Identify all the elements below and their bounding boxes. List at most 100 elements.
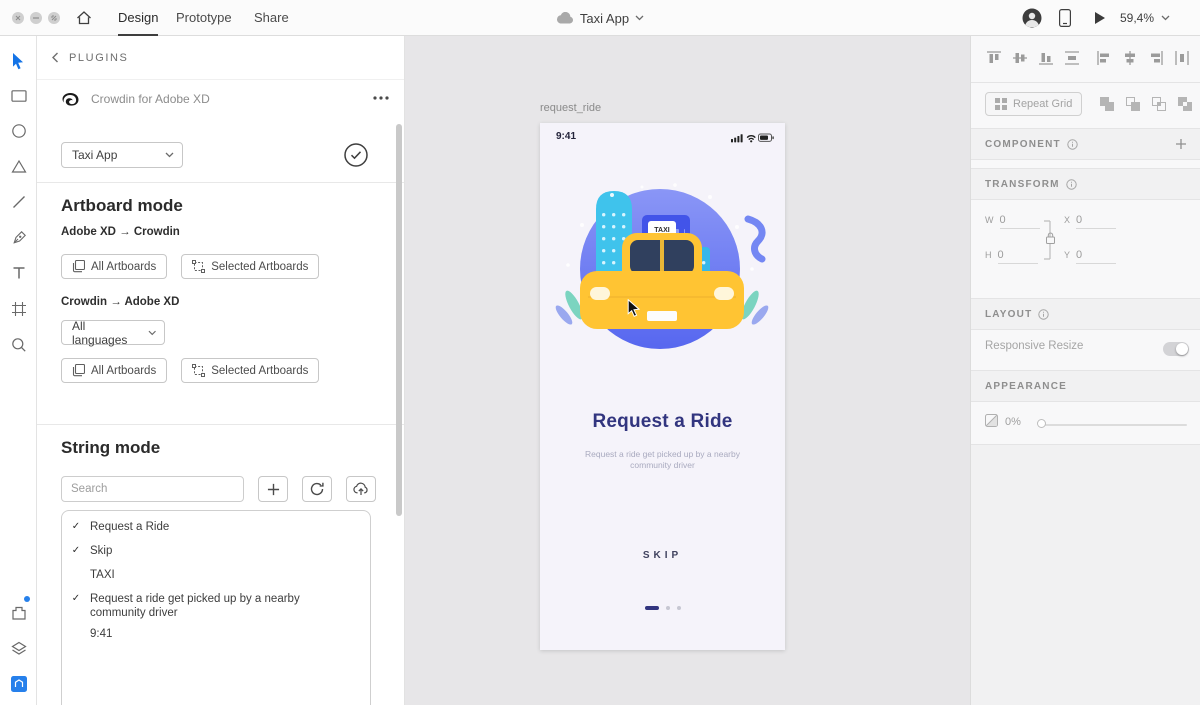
lock-aspect-icon[interactable] xyxy=(1043,216,1057,264)
refresh-strings-button[interactable] xyxy=(302,476,332,502)
window-close-button[interactable] xyxy=(12,12,24,24)
window-zoom-button[interactable] xyxy=(48,12,60,24)
artboard-request-ride[interactable]: 9:41 TAXI Request a Ride Request a ride … xyxy=(540,123,785,650)
rectangle-tool[interactable] xyxy=(0,81,37,111)
tab-share[interactable]: Share xyxy=(254,0,289,36)
pen-icon xyxy=(12,231,26,244)
page-dot xyxy=(676,606,681,610)
artboard-label[interactable]: request_ride xyxy=(540,102,601,114)
taxi-sign-text[interactable]: TAXI xyxy=(654,227,669,234)
layout-label: LAYOUT xyxy=(985,308,1033,320)
line-icon xyxy=(12,196,25,208)
align-left-button[interactable] xyxy=(1096,50,1112,66)
plugins-header-label: PLUGINS xyxy=(69,51,129,64)
info-icon[interactable] xyxy=(1038,308,1050,320)
opacity-slider[interactable] xyxy=(1041,424,1187,426)
align-top-button[interactable] xyxy=(986,50,1002,66)
boolean-add-button[interactable] xyxy=(1099,96,1115,112)
home-button[interactable] xyxy=(76,10,92,26)
tab-share-label: Share xyxy=(254,9,289,25)
all-artboards-button[interactable]: All Artboards xyxy=(61,254,168,279)
check-circle-icon xyxy=(344,143,368,167)
pen-tool[interactable] xyxy=(0,223,37,253)
boolean-exclude-button[interactable] xyxy=(1177,96,1193,112)
align-bottom-button[interactable] xyxy=(1038,50,1054,66)
opacity-slider-knob[interactable] xyxy=(1037,419,1046,428)
chevron-down-icon xyxy=(1161,15,1170,21)
selected-artboards-button[interactable]: Selected Artboards xyxy=(181,254,320,279)
screen-subtitle[interactable]: Request a ride get picked up by a nearby… xyxy=(577,449,748,471)
add-string-button[interactable] xyxy=(258,476,288,502)
align-right-button[interactable] xyxy=(1148,50,1164,66)
boolean-subtract-button[interactable] xyxy=(1125,96,1141,112)
languages-select[interactable]: All languages xyxy=(61,319,165,347)
plugin-more-button[interactable] xyxy=(373,96,389,100)
tab-prototype[interactable]: Prototype xyxy=(176,0,232,36)
list-item[interactable]: ✓ Request a ride get picked up by a near… xyxy=(62,587,370,622)
page-dot xyxy=(665,606,670,610)
project-select[interactable]: Taxi App xyxy=(61,142,183,168)
info-icon[interactable] xyxy=(1067,138,1078,150)
libraries-panel-button[interactable] xyxy=(0,669,37,699)
canvas[interactable]: request_ride 9:41 TAXI Request a Ride Re… xyxy=(405,36,970,705)
confirm-project-button[interactable] xyxy=(343,142,369,168)
hero-illustration[interactable]: TAXI xyxy=(552,177,772,375)
desktop-preview-button[interactable] xyxy=(1094,11,1106,25)
toggle-knob xyxy=(1176,343,1188,355)
device-preview-button[interactable] xyxy=(1059,9,1071,27)
panel-scrollbar[interactable] xyxy=(396,124,402,516)
ellipse-tool[interactable] xyxy=(0,116,37,146)
window-minimize-button[interactable] xyxy=(30,12,42,24)
skip-button[interactable]: SKIP xyxy=(540,550,785,561)
polygon-tool[interactable] xyxy=(0,152,37,182)
text-tool[interactable] xyxy=(0,258,37,288)
list-item[interactable]: ✓ Request a Ride xyxy=(62,515,370,539)
align-middle-button[interactable] xyxy=(1012,50,1028,66)
screen-title[interactable]: Request a Ride xyxy=(540,411,785,433)
transform-section-header: TRANSFORM xyxy=(971,168,1200,200)
info-icon[interactable] xyxy=(1065,178,1077,190)
distribute-vertical-button[interactable] xyxy=(1064,50,1080,66)
list-item[interactable]: ✓ Skip xyxy=(62,539,370,563)
layers-panel-button[interactable] xyxy=(0,633,37,663)
align-center-button[interactable] xyxy=(1122,50,1138,66)
string-text: Request a ride get picked up by a nearby… xyxy=(90,593,300,619)
plugins-icon xyxy=(11,606,26,620)
signal-icon xyxy=(731,134,743,143)
string-text: 9:41 xyxy=(90,628,113,640)
x-input[interactable]: 0 xyxy=(1076,214,1117,229)
status-bar-icons xyxy=(731,133,774,143)
height-input[interactable]: 0 xyxy=(997,249,1038,264)
width-input[interactable]: 0 xyxy=(999,214,1040,229)
search-input[interactable] xyxy=(61,476,244,502)
zoom-control[interactable]: 59,4% xyxy=(1120,0,1170,36)
y-input[interactable]: 0 xyxy=(1076,249,1117,264)
boolean-intersect-button[interactable] xyxy=(1151,96,1167,112)
account-button[interactable] xyxy=(1022,8,1042,28)
crowdin-to-xd-buttons: All Artboards Selected Artboards xyxy=(61,358,320,383)
zoom-tool[interactable] xyxy=(0,330,37,360)
divider xyxy=(37,424,404,425)
repeat-grid-button[interactable]: Repeat Grid xyxy=(985,92,1083,116)
list-item[interactable]: 9:41 xyxy=(62,622,370,646)
status-bar-time[interactable]: 9:41 xyxy=(556,131,576,142)
page-indicator xyxy=(540,606,785,610)
xd-to-crowdin-buttons: All Artboards Selected Artboards xyxy=(61,254,320,279)
responsive-resize-toggle[interactable] xyxy=(1163,342,1189,356)
add-component-button[interactable] xyxy=(1175,138,1187,150)
list-item[interactable]: TAXI xyxy=(62,563,370,587)
line-tool[interactable] xyxy=(0,187,37,217)
back-button[interactable] xyxy=(51,52,59,63)
plugins-panel-button[interactable] xyxy=(0,596,37,628)
selected-artboards-button[interactable]: Selected Artboards xyxy=(181,358,320,383)
opacity-value[interactable]: 0% xyxy=(1005,416,1021,428)
upload-strings-button[interactable] xyxy=(346,476,376,502)
translated-check: ✓ xyxy=(71,545,81,556)
all-artboards-button[interactable]: All Artboards xyxy=(61,358,168,383)
string-mode-title: String mode xyxy=(61,438,161,457)
select-tool[interactable] xyxy=(0,46,37,76)
strings-list: ✓ Request a Ride ✓ Skip TAXI ✓ Request a… xyxy=(61,510,371,705)
tab-design[interactable]: Design xyxy=(118,0,159,36)
distribute-horizontal-button[interactable] xyxy=(1174,50,1190,66)
artboard-tool[interactable] xyxy=(0,294,37,324)
